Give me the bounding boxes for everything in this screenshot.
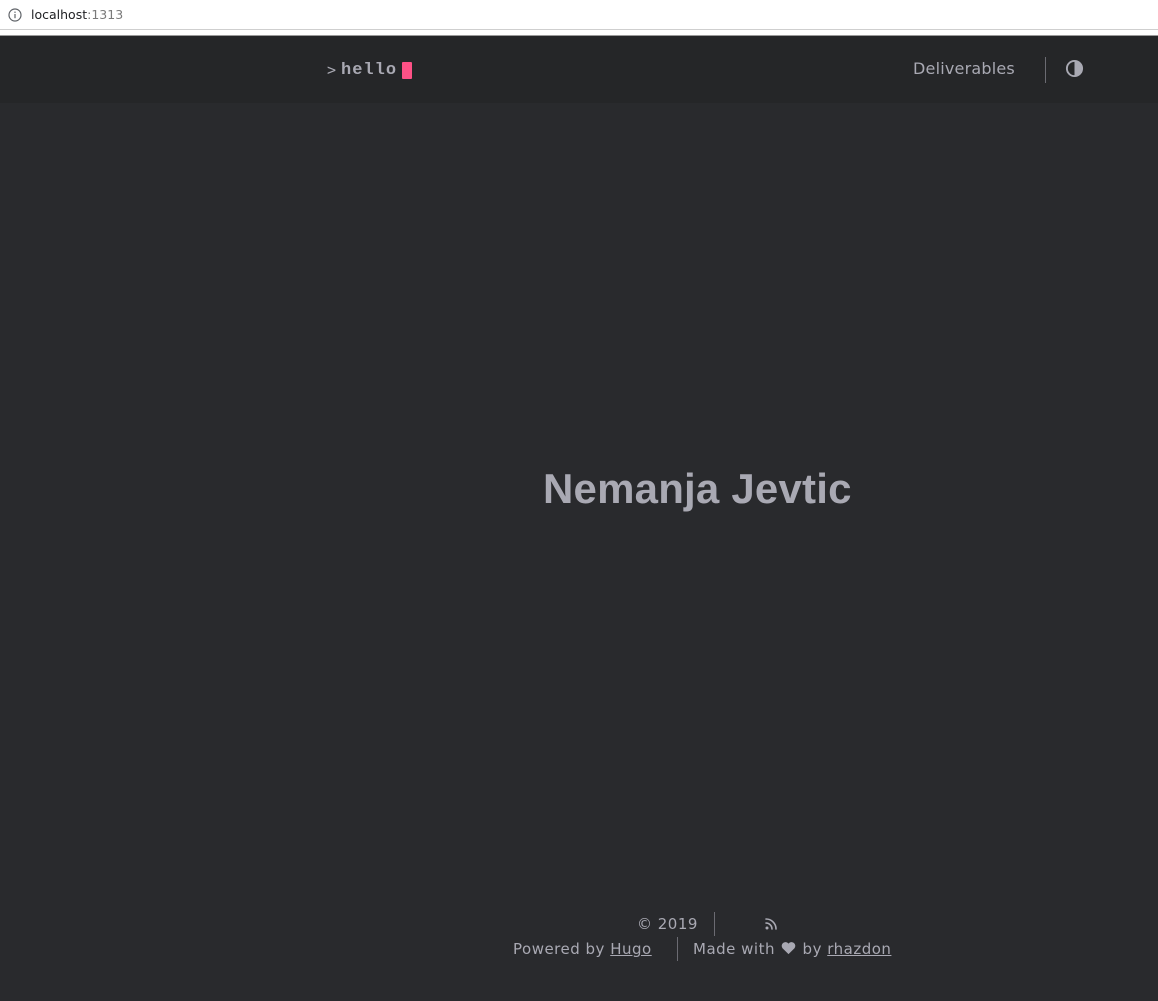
footer-row-credits: Powered by Hugo Made with by rhazdon	[0, 937, 1158, 961]
url-host: localhost	[31, 7, 88, 22]
copyright-text: © 2019	[637, 915, 698, 933]
powered-by-label: Powered by	[513, 940, 611, 958]
logo-prompt: >	[327, 61, 337, 79]
logo-cursor	[402, 61, 413, 79]
url-port: :1313	[87, 7, 124, 22]
footer-divider	[714, 912, 715, 936]
site-logo[interactable]: > hello	[327, 59, 413, 81]
footer-row-copyright: © 2019	[0, 912, 1158, 936]
made-with: Made with by rhazdon	[693, 940, 891, 958]
nav-link-deliverables[interactable]: Deliverables	[913, 59, 1015, 79]
logo-text: hello	[341, 60, 398, 80]
powered-by: Powered by Hugo	[513, 940, 652, 958]
contrast-icon[interactable]	[1065, 59, 1084, 78]
info-icon[interactable]	[8, 8, 22, 22]
footer-divider	[677, 937, 678, 961]
heart-icon	[781, 942, 796, 955]
made-by-label: by	[802, 940, 822, 958]
url-text[interactable]: localhost:1313	[31, 8, 123, 22]
author-link[interactable]: rhazdon	[827, 940, 891, 958]
hugo-link[interactable]: Hugo	[610, 940, 652, 958]
nav-divider	[1045, 57, 1046, 83]
rss-icon[interactable]	[763, 916, 779, 932]
browser-address-bar[interactable]: localhost:1313	[0, 0, 1158, 30]
made-with-label: Made with	[693, 940, 775, 958]
page-title: Nemanja Jevtic	[543, 465, 852, 512]
